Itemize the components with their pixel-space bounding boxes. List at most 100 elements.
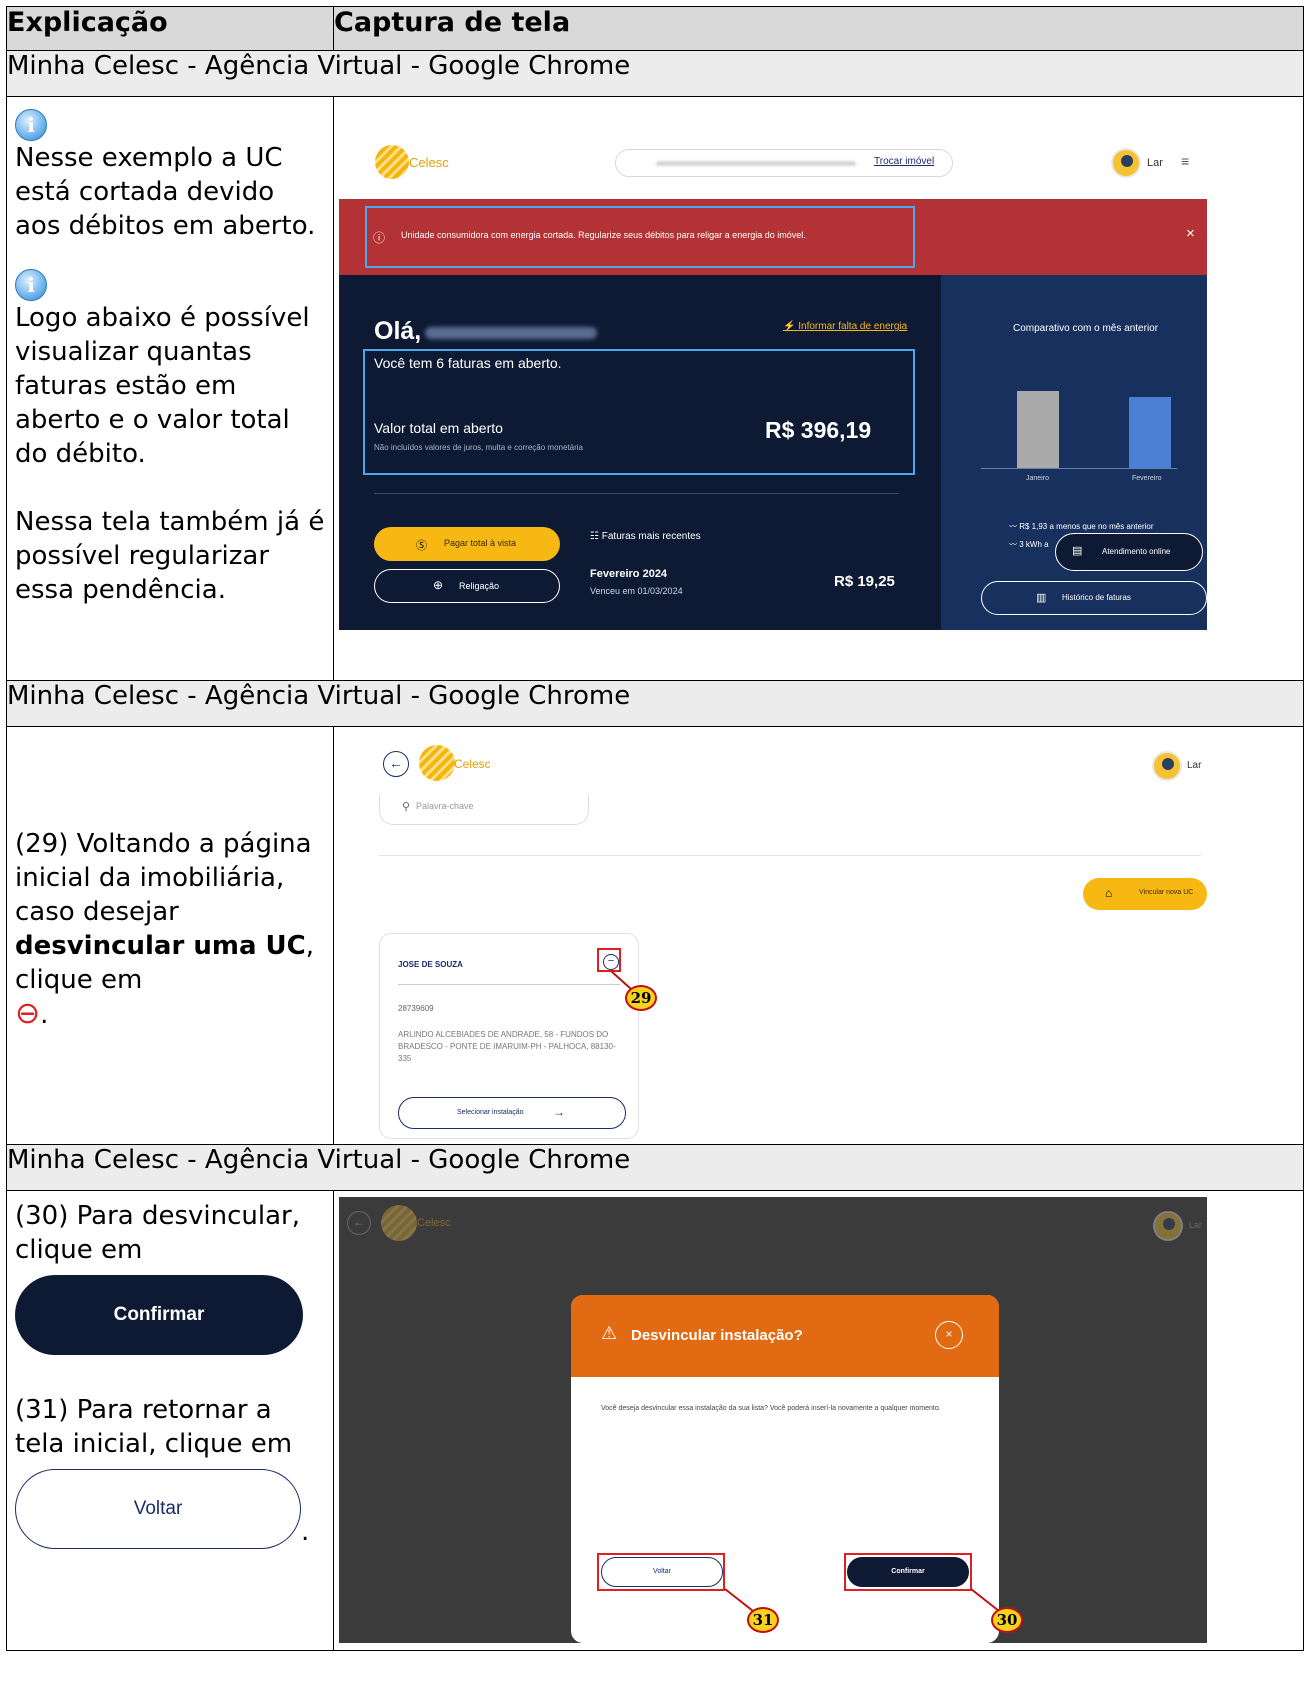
recent-invoices-label: Faturas mais recentes — [601, 531, 701, 542]
search-input[interactable]: ⚲ Palavra-chave — [379, 795, 589, 825]
arrow-right-icon: → — [553, 1105, 565, 1119]
trend-icon: 〰 — [1009, 522, 1020, 531]
comparison-title: Comparativo com o mês anterior — [1013, 323, 1159, 334]
highlight-box — [597, 1553, 725, 1591]
hamburger-menu-icon[interactable]: ≡ — [1181, 153, 1189, 169]
selecionar-instalacao-button[interactable]: Selecionar instalação → — [398, 1097, 626, 1129]
window-title: Minha Celesc - Agência Virtual - Google … — [6, 50, 1304, 97]
card-address: ARLINDO ALCEBIADES DE ANDRADE, 58 - FUND… — [398, 1030, 616, 1063]
comparison-panel: Comparativo com o mês anterior Janeiro F… — [941, 275, 1207, 630]
user-avatar[interactable] — [1152, 751, 1182, 781]
report-outage-link[interactable]: ⚡ Informar falta de energia — [783, 321, 907, 332]
celesc-logo — [419, 745, 455, 781]
user-name: Lar — [1147, 157, 1163, 169]
explanation-emphasis: desvincular uma UC — [15, 931, 306, 961]
user-avatar[interactable] — [1111, 148, 1141, 178]
vincular-label: Vincular nova UC — [1139, 889, 1194, 896]
user-name: Lar — [1187, 760, 1202, 771]
explanation-paragraph: Nessa tela também já é possível regulari… — [15, 507, 325, 605]
chart-icon: ▥ — [1036, 592, 1047, 604]
divider — [379, 855, 1201, 856]
invoice-due: Venceu em 01/03/2024 — [590, 586, 683, 596]
blurred-name — [425, 327, 597, 339]
pay-total-label: Pagar total à vista — [444, 538, 517, 548]
confirmar-button-example: Confirmar — [15, 1275, 303, 1355]
info-icon: i — [15, 267, 325, 301]
property-selector[interactable]: Trocar imóvel — [615, 149, 953, 177]
explanation-paragraph: Nesse exemplo a UC está cortada devido a… — [15, 143, 316, 241]
celesc-logo — [375, 145, 409, 179]
user-name: Lar — [1189, 1220, 1203, 1230]
vincular-nova-uc-button[interactable]: ⌂ Vincular nova UC — [1083, 878, 1207, 910]
divider — [374, 493, 899, 494]
section-title-row: Minha Celesc - Agência Virtual - Google … — [6, 1144, 1304, 1191]
logo-text: Celesc — [454, 757, 491, 771]
chart-baseline — [981, 468, 1177, 469]
historico-button[interactable]: ▥ Histórico de faturas — [981, 581, 1207, 615]
window-title: Minha Celesc - Agência Virtual - Google … — [6, 680, 1304, 727]
chat-icon: ▤ — [1072, 545, 1083, 557]
religacao-label: Religação — [459, 581, 500, 591]
bar-janeiro — [1017, 391, 1059, 468]
screenshot-cell: Celesc Trocar imóvel Lar ≡ ⓘ Unidade con… — [333, 96, 1304, 681]
stat-2-label: 3 kWh a — [1019, 540, 1049, 549]
search-icon: ⚲ — [402, 801, 411, 813]
lightning-icon: ⚡ — [783, 321, 799, 332]
back-arrow-icon[interactable]: ← — [383, 751, 409, 777]
greeting: Olá, — [374, 317, 422, 345]
modal-text: Você deseja desvincular essa instalação … — [601, 1405, 941, 1412]
modal-header: ⚠ Desvincular instalação? × — [571, 1295, 999, 1377]
highlight-box — [844, 1553, 972, 1591]
stat-line-2: 〰 3 kWh a — [1009, 539, 1049, 550]
alert-close-icon[interactable]: × — [1186, 225, 1195, 242]
modal-title: Desvincular instalação? — [631, 1327, 803, 1344]
header-row: Explicação Captura de tela — [6, 6, 1304, 51]
invoice-value: R$ 19,25 — [834, 573, 895, 590]
voltar-button-example: Voltar — [15, 1469, 301, 1549]
trend-icon: 〰 — [1009, 540, 1020, 549]
screenshot-unlink-modal: ← Celesc Lar ⚠ Desvincular instalação? ×… — [339, 1197, 1207, 1643]
explanation-paragraph: (31) Para retornar a tela inicial, cliqu… — [15, 1395, 293, 1459]
section-row: (29) Voltando a página inicial da imobil… — [6, 726, 1304, 1145]
stat-line-1: 〰 R$ 1,93 a menos que no mês anterior — [1009, 521, 1154, 532]
document-table-wrapper: Explicação Captura de tela Minha Celesc … — [6, 6, 1304, 1651]
callout-badge: 29 — [625, 985, 657, 1011]
explanation-paragraph: Logo abaixo é possível visualizar quanta… — [15, 303, 310, 469]
minus-circle-icon: ⊖ — [15, 996, 41, 1031]
back-arrow-icon: ← — [347, 1211, 371, 1235]
tutorial-table: Explicação Captura de tela Minha Celesc … — [6, 6, 1304, 1651]
card-name: JOSE DE SOUZA — [398, 960, 463, 969]
religacao-button[interactable]: ⊕ Religação — [374, 569, 560, 603]
section-row: i Nesse exemplo a UC está cortada devido… — [6, 96, 1304, 681]
explanation-cell: (29) Voltando a página inicial da imobil… — [6, 726, 334, 1145]
highlight-box — [365, 206, 915, 268]
callout-badge: 31 — [747, 1607, 779, 1633]
recent-invoices-heading: ☷ Faturas mais recentes — [590, 531, 701, 542]
screenshot-uc-list: ← Celesc Lar ⚲ Palavra-chave ⌂ Vincular … — [339, 733, 1207, 1139]
card-divider — [398, 984, 620, 985]
atendimento-label: Atendimento online — [1102, 547, 1171, 556]
historico-label: Histórico de faturas — [1062, 593, 1131, 602]
trocar-imovel-link[interactable]: Trocar imóvel — [874, 156, 934, 167]
card-number: 28739609 — [398, 1004, 434, 1013]
header-explicacao: Explicação — [6, 6, 334, 51]
search-placeholder: Palavra-chave — [416, 801, 474, 811]
logo-text: Celesc — [417, 1217, 451, 1229]
window-title: Minha Celesc - Agência Virtual - Google … — [6, 1144, 1304, 1191]
logo-text: Celesc — [409, 155, 449, 170]
plus-icon: ⊕ — [433, 578, 444, 592]
screenshot-dashboard: Celesc Trocar imóvel Lar ≡ ⓘ Unidade con… — [339, 105, 1207, 630]
atendimento-online-button[interactable]: ▤ Atendimento online — [1055, 533, 1203, 571]
explanation-text: (29) Voltando a página inicial da imobil… — [15, 829, 312, 927]
home-icon: ⌂ — [1105, 886, 1113, 900]
section-title-row: Minha Celesc - Agência Virtual - Google … — [6, 680, 1304, 727]
highlight-box — [363, 349, 915, 475]
close-icon[interactable]: × — [935, 1321, 963, 1349]
report-outage-label: Informar falta de energia — [798, 321, 908, 332]
bar-label-fevereiro: Fevereiro — [1132, 475, 1162, 482]
list-icon: ☷ — [590, 531, 602, 542]
explanation-paragraph: (29) Voltando a página inicial da imobil… — [15, 827, 325, 1032]
info-icon: i — [15, 107, 325, 141]
screenshot-cell: ← Celesc Lar ⚲ Palavra-chave ⌂ Vincular … — [333, 726, 1304, 1145]
pay-total-button[interactable]: Ⓢ Pagar total à vista — [374, 527, 560, 561]
